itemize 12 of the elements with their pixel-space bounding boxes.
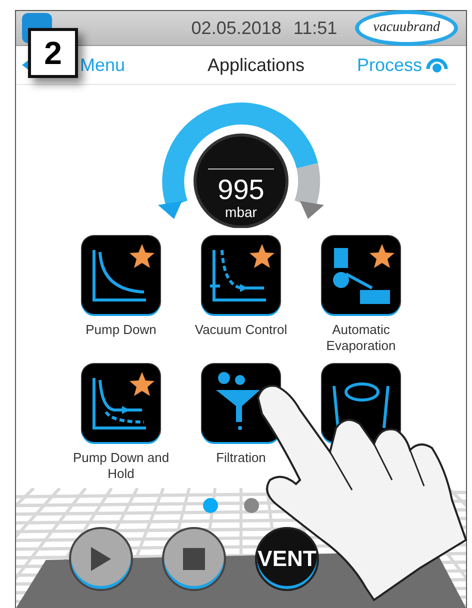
app-label: Pump Down [84,322,158,338]
date-text: 02.05.2018 [191,18,282,38]
app-label: Filtration [215,450,267,466]
step-number-tooltip: 2 [28,28,78,78]
pressure-unit: mbar [225,204,257,220]
app-label: Pump Down and Hold [72,450,170,482]
screen-title: Applications [207,54,305,76]
app-label: Automatic Evaporation [325,322,397,354]
time-text: 11:51 [293,18,338,38]
app-label: Vacuum Control [194,322,288,338]
brand-logo: vacuubrand [355,10,458,46]
pressure-value: 995 [218,174,264,205]
